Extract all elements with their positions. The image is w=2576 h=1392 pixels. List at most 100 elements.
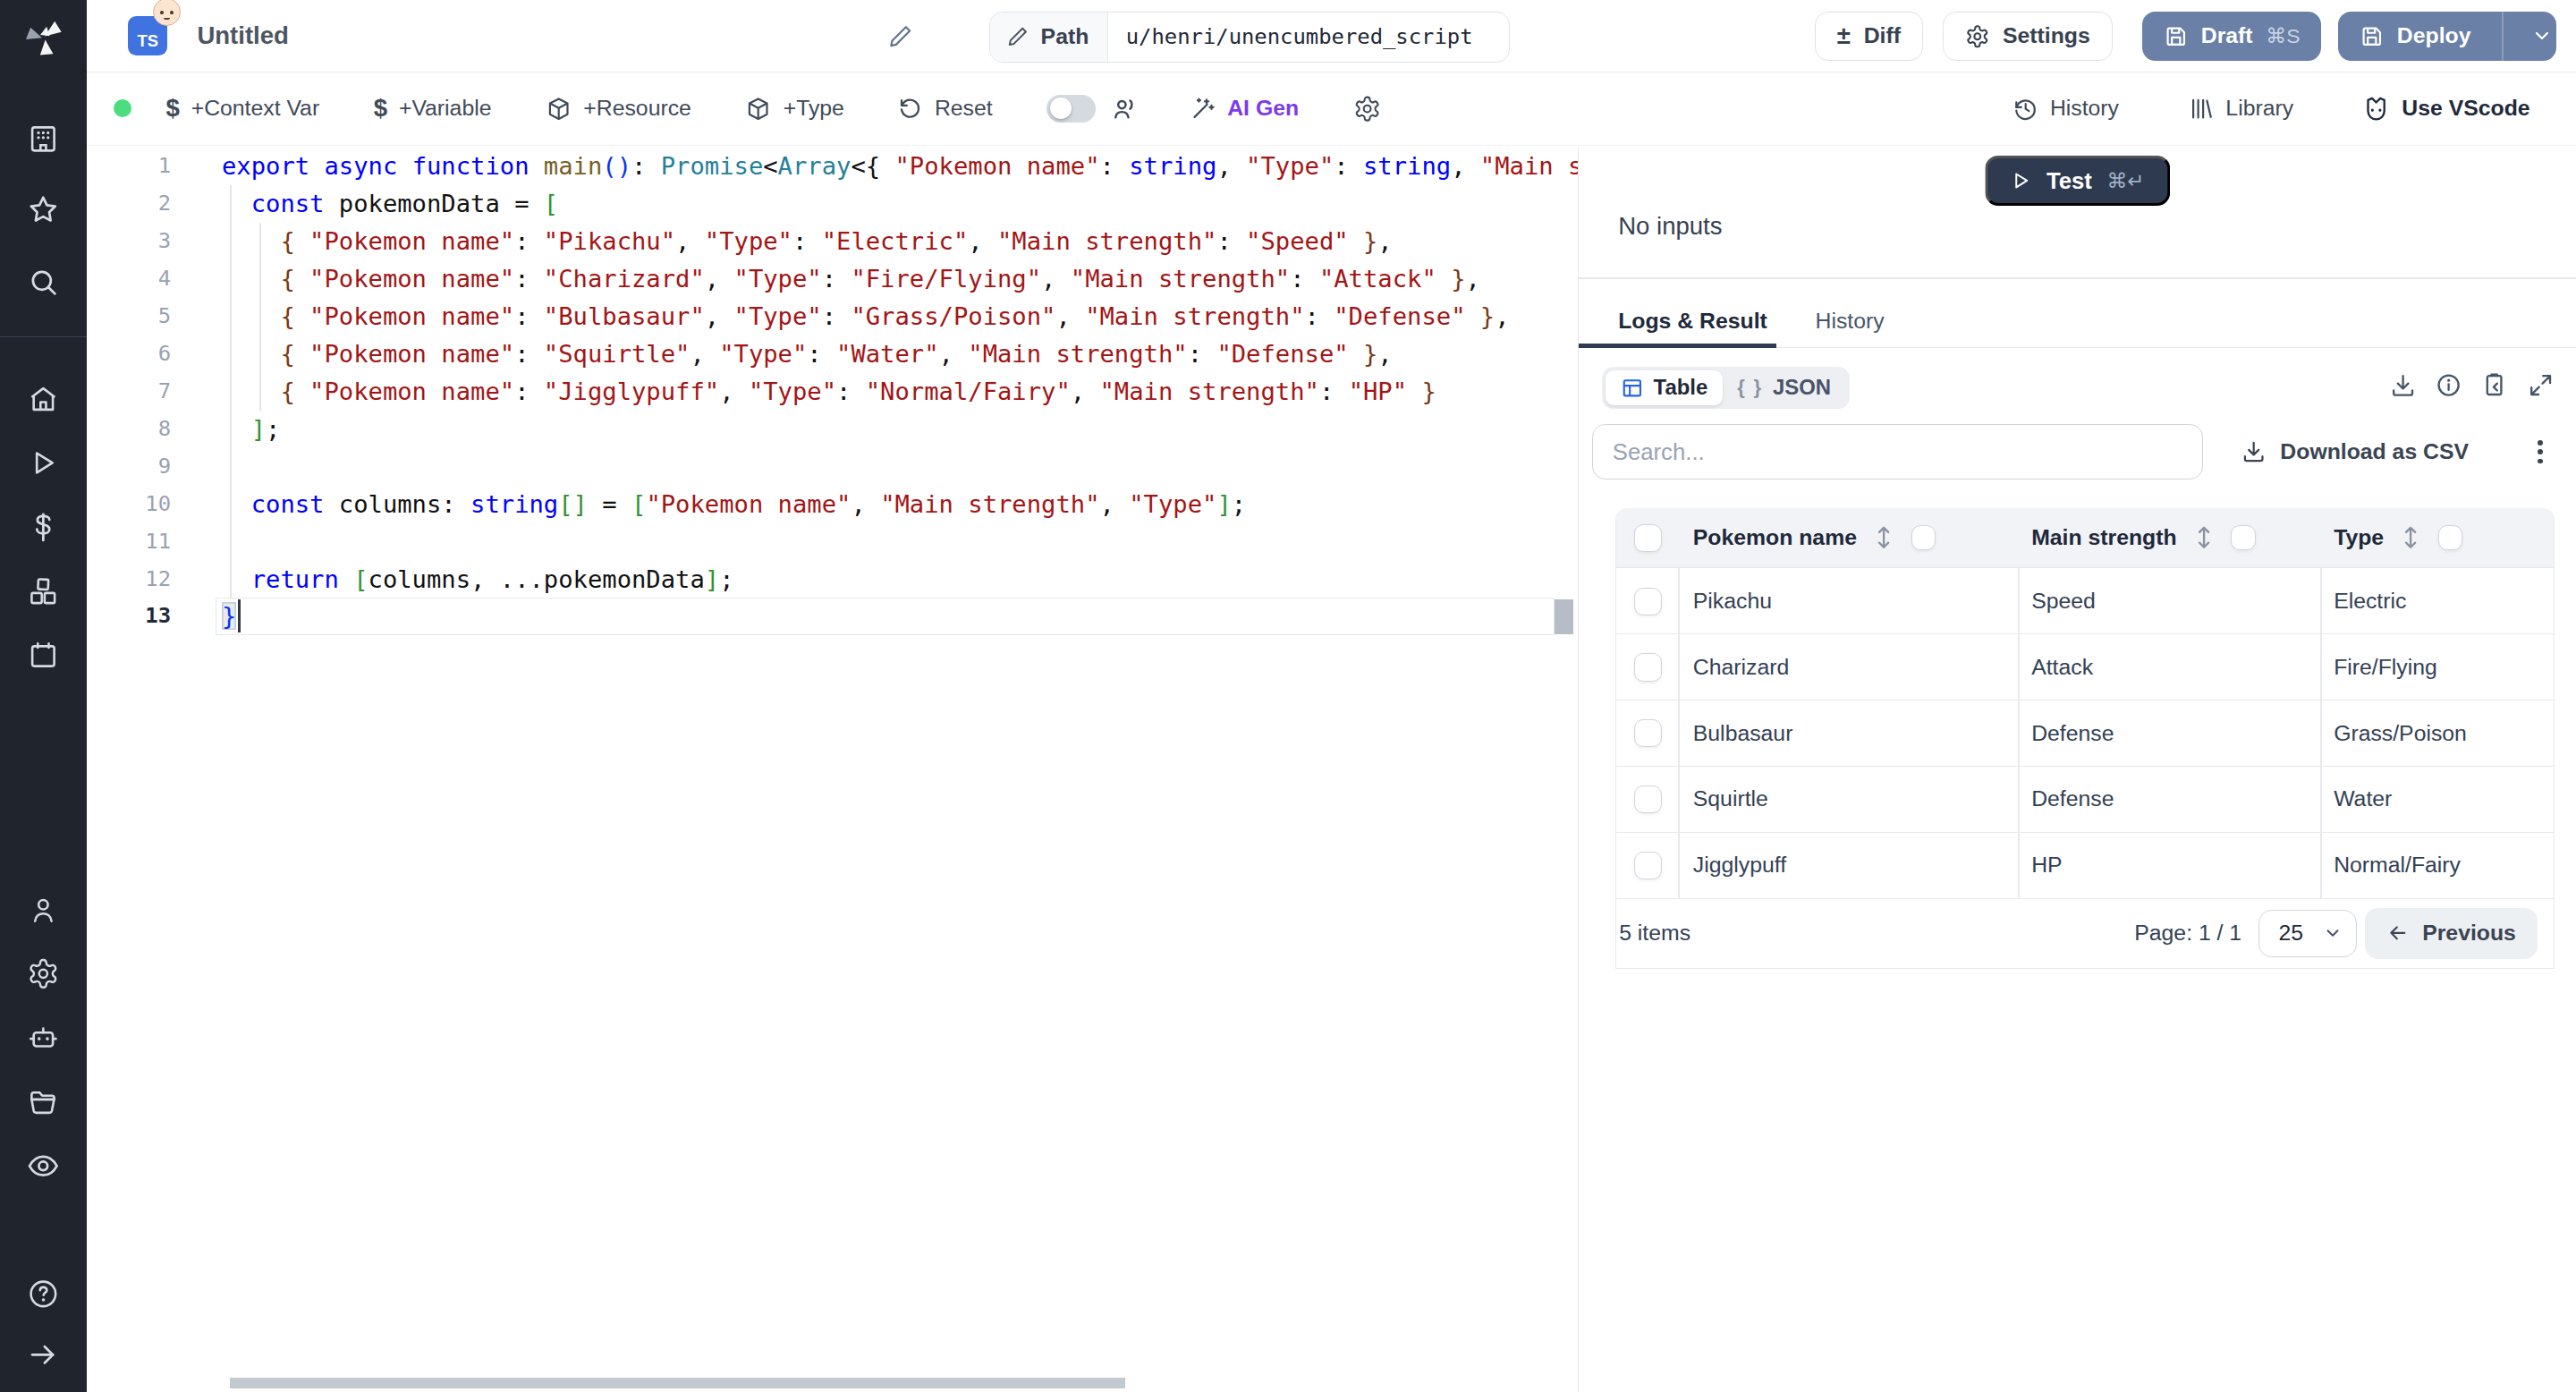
- table-cell: Speed: [2031, 589, 2096, 614]
- table-row[interactable]: BulbasaurDefenseGrass/Poison: [1616, 700, 2555, 767]
- path-value[interactable]: u/henri/unencumbered_script: [1108, 24, 1473, 49]
- users-icon[interactable]: [0, 878, 87, 942]
- code-line[interactable]: 4 { "Pokemon name": "Charizard", "Type":…: [87, 260, 1578, 298]
- table-row[interactable]: CharizardAttackFire/Flying: [1616, 634, 2555, 700]
- table-cell: Defense: [2031, 721, 2114, 746]
- row-checkbox[interactable]: [1634, 653, 1662, 681]
- info-icon[interactable]: [2435, 371, 2462, 399]
- line-number: 5: [87, 298, 171, 335]
- braces-icon: { }: [1737, 376, 1763, 399]
- column-header[interactable]: Type: [2334, 508, 2462, 568]
- expand-icon[interactable]: [2527, 371, 2555, 399]
- code-line[interactable]: 2 const pokemonData = [: [87, 185, 1578, 223]
- draft-button[interactable]: Draft ⌘S: [2142, 12, 2322, 61]
- folders-icon[interactable]: [0, 1070, 87, 1134]
- variables-icon[interactable]: [0, 496, 87, 560]
- audit-icon[interactable]: [0, 1134, 87, 1199]
- column-visibility-checkbox[interactable]: [1911, 525, 1936, 550]
- test-button[interactable]: Test ⌘↵: [1985, 156, 2170, 205]
- code-text: { "Pokemon name": "Jigglypuff", "Type": …: [222, 373, 1578, 411]
- select-all-checkbox[interactable]: [1634, 524, 1662, 552]
- copy-result-icon[interactable]: [2480, 371, 2508, 399]
- code-editor[interactable]: 1export async function main(): Promise<A…: [87, 148, 1579, 1392]
- per-page-select[interactable]: 25: [2258, 910, 2357, 957]
- workspace-icon[interactable]: [0, 106, 87, 171]
- add-resource-button[interactable]: +Resource: [546, 96, 691, 122]
- code-line[interactable]: 13}: [87, 598, 1578, 635]
- search-input[interactable]: [1592, 424, 2203, 480]
- settings-button[interactable]: Settings: [1943, 12, 2113, 61]
- settings-icon[interactable]: [0, 942, 87, 1006]
- search-icon[interactable]: [0, 250, 87, 314]
- sort-icon[interactable]: [1875, 525, 1893, 550]
- column-header[interactable]: Main strength: [2031, 508, 2256, 568]
- path-field[interactable]: Path u/henri/unencumbered_script: [989, 12, 1510, 63]
- add-context-var-button[interactable]: $ +Context Var: [165, 94, 319, 123]
- workers-icon[interactable]: [0, 1006, 87, 1070]
- code-line[interactable]: 7 { "Pokemon name": "Jigglypuff", "Type"…: [87, 373, 1578, 411]
- history-icon: [2012, 96, 2038, 122]
- reset-button[interactable]: Reset: [898, 96, 992, 121]
- collapse-icon[interactable]: [0, 1327, 87, 1384]
- schedules-icon[interactable]: [0, 624, 87, 688]
- add-type-button[interactable]: +Type: [745, 96, 843, 122]
- code-line[interactable]: 3 { "Pokemon name": "Pikachu", "Type": "…: [87, 223, 1578, 260]
- table-cell: Charizard: [1693, 655, 1789, 680]
- view-table-option[interactable]: Table: [1606, 370, 1722, 405]
- column-header[interactable]: Pokemon name: [1693, 508, 1936, 568]
- home-icon[interactable]: [0, 367, 87, 431]
- add-variable-button[interactable]: $ +Variable: [374, 94, 492, 123]
- code-line[interactable]: 1export async function main(): Promise<A…: [87, 148, 1578, 185]
- ai-gen-button[interactable]: AI Gen: [1190, 96, 1299, 122]
- sort-icon[interactable]: [2402, 525, 2419, 550]
- download-csv-button[interactable]: Download as CSV: [2241, 438, 2469, 464]
- row-checkbox[interactable]: [1634, 719, 1662, 747]
- row-checkbox[interactable]: [1634, 852, 1662, 879]
- favorites-icon[interactable]: [0, 177, 87, 242]
- help-icon[interactable]: [0, 1262, 87, 1327]
- diff-button[interactable]: ± Diff: [1815, 12, 1923, 61]
- history-button[interactable]: History: [2012, 96, 2119, 122]
- sort-icon[interactable]: [2195, 525, 2213, 550]
- table-row[interactable]: SquirtleDefenseWater: [1616, 767, 2555, 833]
- deploy-button[interactable]: Deploy: [2338, 12, 2556, 61]
- code-line[interactable]: 5 { "Pokemon name": "Bulbasaur", "Type":…: [87, 298, 1578, 335]
- column-visibility-checkbox[interactable]: [2438, 525, 2463, 550]
- use-vscode-button[interactable]: Use VScode: [2362, 95, 2529, 123]
- code-line[interactable]: 9: [87, 448, 1578, 486]
- line-number: 2: [87, 185, 171, 223]
- table-options-kebab[interactable]: [2525, 437, 2555, 467]
- deploy-dropdown-chevron[interactable]: [2517, 25, 2556, 47]
- windmill-logo-icon[interactable]: [21, 15, 66, 61]
- package-icon: [745, 96, 771, 122]
- table-row[interactable]: PikachuSpeedElectric: [1616, 568, 2555, 634]
- code-line[interactable]: 8 ];: [87, 411, 1578, 448]
- code-line[interactable]: 11: [87, 523, 1578, 561]
- script-settings-gear[interactable]: [1353, 95, 1381, 123]
- code-line[interactable]: 6 { "Pokemon name": "Squirtle", "Type": …: [87, 335, 1578, 373]
- code-line[interactable]: 10 const columns: string[] = ["Pokemon n…: [87, 486, 1578, 523]
- code-text: }: [222, 598, 1578, 635]
- resources-icon[interactable]: [0, 559, 87, 624]
- dollar-icon: $: [374, 94, 387, 123]
- multiplayer-toggle[interactable]: [1046, 95, 1096, 123]
- view-json-option[interactable]: { } JSON: [1723, 370, 1846, 405]
- tab-logs-result[interactable]: Logs & Result: [1618, 309, 1767, 334]
- table-cell: HP: [2031, 853, 2062, 878]
- row-checkbox[interactable]: [1634, 588, 1662, 615]
- code-line[interactable]: 12 return [columns, ...pokemonData];: [87, 561, 1578, 598]
- package-icon: [546, 96, 572, 122]
- line-number: 6: [87, 335, 171, 373]
- library-button[interactable]: Library: [2188, 96, 2293, 122]
- column-visibility-checkbox[interactable]: [2231, 525, 2256, 550]
- download-result-icon[interactable]: [2389, 371, 2417, 399]
- edit-summary-icon[interactable]: [887, 23, 913, 49]
- tab-history[interactable]: History: [1816, 309, 1885, 334]
- horizontal-scrollbar[interactable]: [230, 1378, 1125, 1389]
- previous-page-button[interactable]: Previous: [2365, 908, 2538, 959]
- table-row[interactable]: JigglypuffHPNormal/Fairy: [1616, 833, 2555, 899]
- row-checkbox[interactable]: [1634, 785, 1662, 813]
- runs-icon[interactable]: [0, 431, 87, 496]
- table-cell: Fire/Flying: [2334, 655, 2437, 680]
- code-text: const columns: string[] = ["Pokemon name…: [222, 486, 1578, 523]
